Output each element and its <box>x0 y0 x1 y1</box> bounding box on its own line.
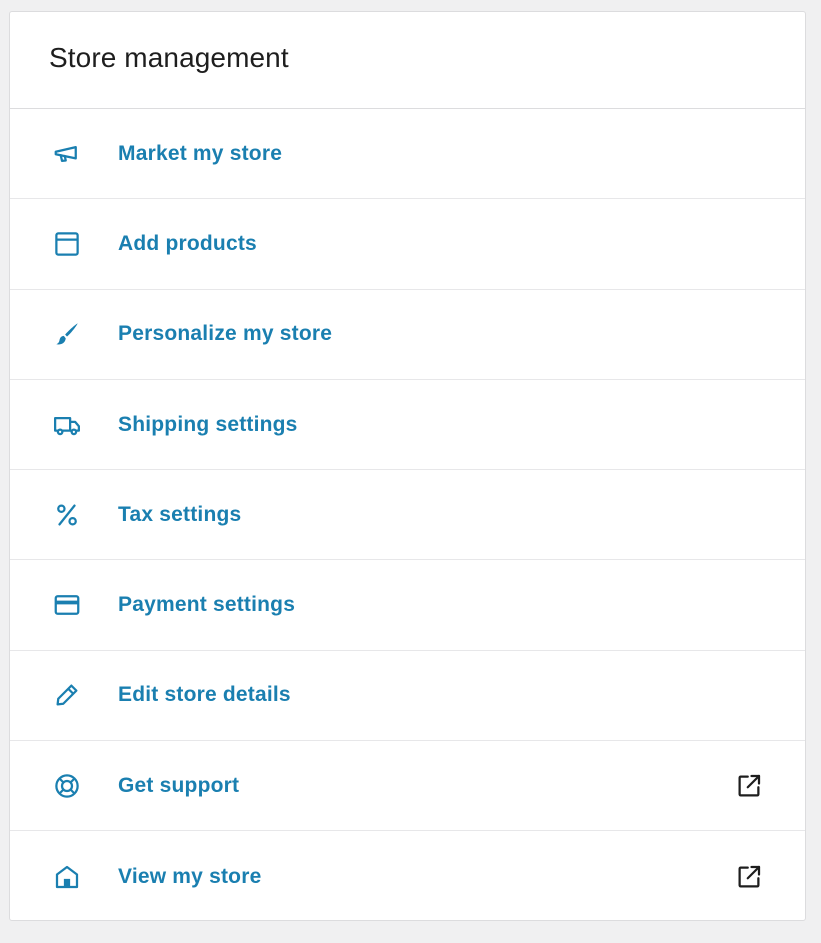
item-label[interactable]: View my store <box>118 865 261 889</box>
store-management-list: Market my store Add products Personalize… <box>10 109 805 922</box>
item-label[interactable]: Market my store <box>118 142 282 166</box>
item-label[interactable]: Personalize my store <box>118 322 332 346</box>
list-item-personalize-my-store[interactable]: Personalize my store <box>10 290 805 380</box>
list-item-edit-store-details[interactable]: Edit store details <box>10 651 805 742</box>
list-item-add-products[interactable]: Add products <box>10 199 805 290</box>
external-link-icon[interactable] <box>733 770 765 802</box>
store-management-card: Store management Market my store Add pro… <box>9 11 806 921</box>
list-item-shipping-settings[interactable]: Shipping settings <box>10 380 805 471</box>
credit-card-icon <box>51 589 83 621</box>
percent-icon <box>51 499 83 531</box>
item-label[interactable]: Edit store details <box>118 683 291 707</box>
item-label[interactable]: Payment settings <box>118 593 295 617</box>
archive-box-icon <box>51 228 83 260</box>
brush-icon <box>51 318 83 350</box>
list-item-tax-settings[interactable]: Tax settings <box>10 470 805 561</box>
truck-icon <box>51 409 83 441</box>
store-home-icon <box>51 861 83 893</box>
megaphone-icon <box>51 138 83 170</box>
list-item-view-my-store[interactable]: View my store <box>10 831 805 921</box>
lifebuoy-icon <box>51 770 83 802</box>
pencil-icon <box>51 679 83 711</box>
card-header: Store management <box>10 12 805 109</box>
list-item-get-support[interactable]: Get support <box>10 741 805 832</box>
item-label[interactable]: Add products <box>118 232 257 256</box>
item-label[interactable]: Shipping settings <box>118 413 298 437</box>
list-item-market-my-store[interactable]: Market my store <box>10 109 805 200</box>
item-label[interactable]: Tax settings <box>118 503 241 527</box>
card-title: Store management <box>49 42 289 73</box>
external-link-icon[interactable] <box>733 861 765 893</box>
item-label[interactable]: Get support <box>118 774 239 798</box>
list-item-payment-settings[interactable]: Payment settings <box>10 560 805 651</box>
